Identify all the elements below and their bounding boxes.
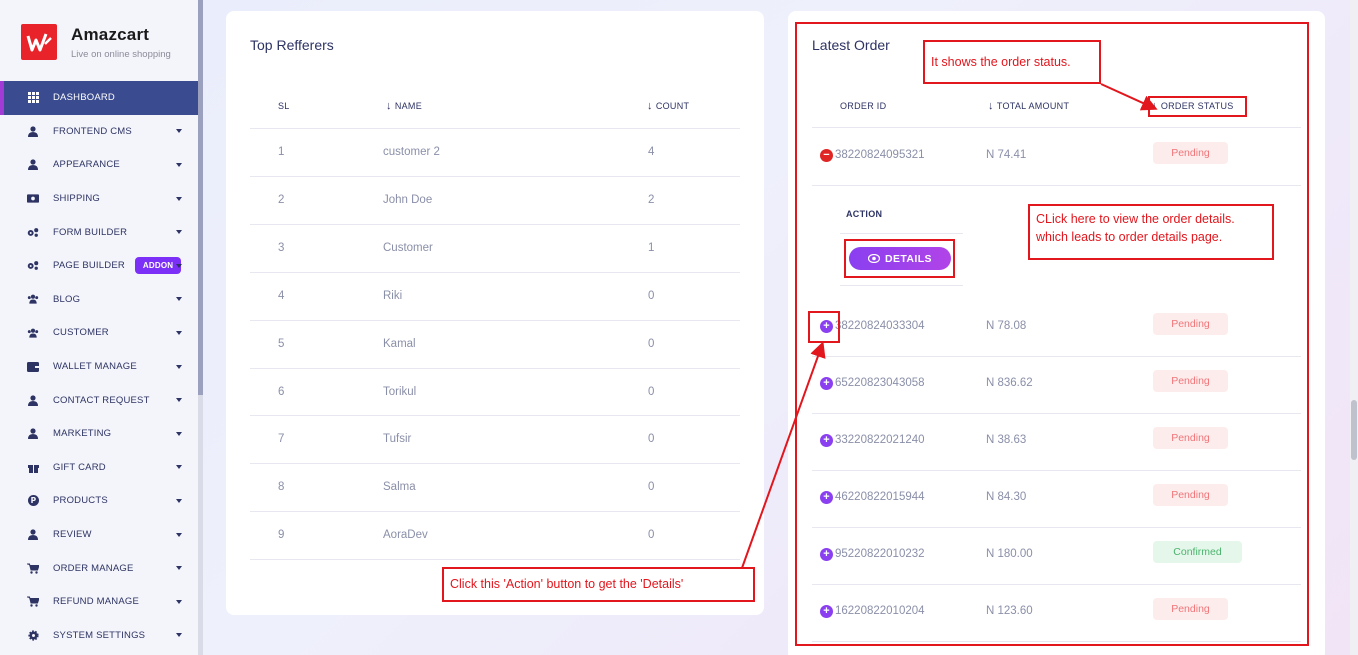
- annotation-arrows: [741, 83, 1158, 569]
- page-scrollbar[interactable]: [1350, 0, 1358, 655]
